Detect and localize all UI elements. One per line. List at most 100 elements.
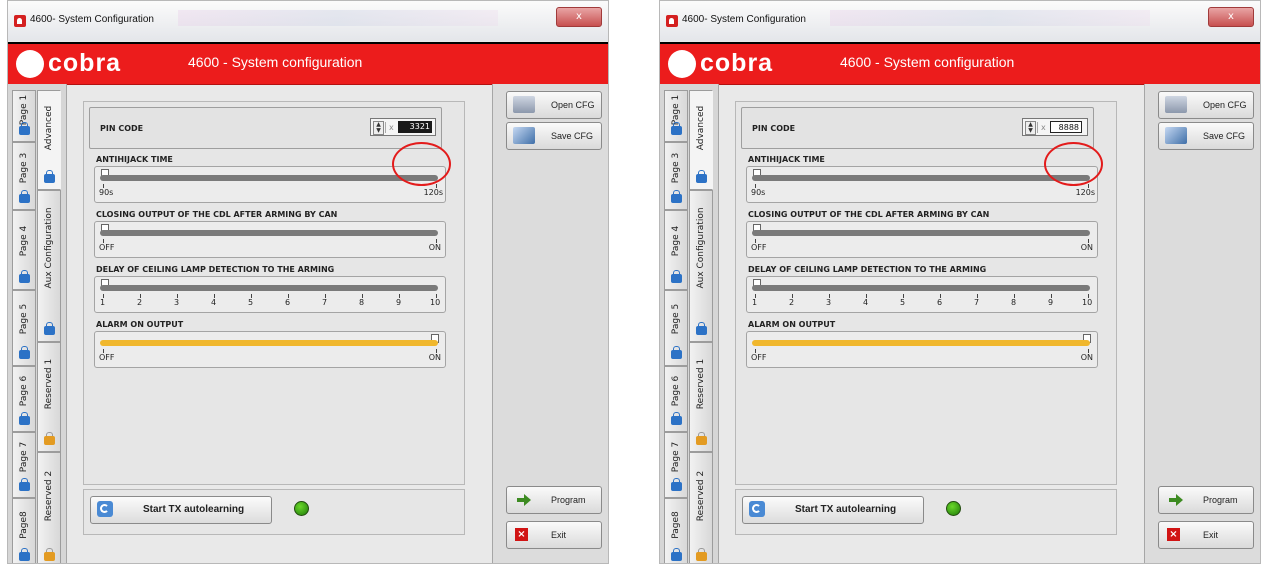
tab-advanced[interactable]: Advanced [689, 90, 713, 190]
alarm-on-output-slider[interactable]: OFF ON [94, 331, 446, 368]
closing-output-slider[interactable]: OFF ON [94, 221, 446, 258]
background-ribbon [830, 10, 1150, 26]
tab-page-6[interactable]: Page 6 [664, 366, 688, 432]
brand-header: cobra 4600 - System configuration [8, 42, 608, 85]
tab-icon [671, 412, 682, 425]
config-window-2: 4600- System Configuration x cobra 4600 … [659, 0, 1261, 564]
pin-code-field[interactable]: ▲ ▼ x 3321 [370, 118, 436, 136]
program-button[interactable]: Program [506, 486, 602, 514]
tick-label: 7 [322, 298, 328, 307]
exit-button[interactable]: × Exit [1158, 521, 1254, 549]
tab-icon [19, 270, 30, 283]
tab-page-7[interactable]: Page 7 [664, 432, 688, 498]
tab-page-4[interactable]: Page 4 [664, 210, 688, 290]
tab-reserved-2[interactable]: Reserved 2 [37, 452, 61, 563]
save-cfg-button[interactable]: Save CFG [506, 122, 602, 150]
tab-reserved-1[interactable]: Reserved 1 [37, 342, 61, 452]
tab-aux-configuration[interactable]: Aux Configuration [689, 190, 713, 342]
program-button[interactable]: Program [1158, 486, 1254, 514]
tab-page-5[interactable]: Page 5 [664, 290, 688, 366]
spinner-arrows-icon[interactable]: ▲ ▼ [1025, 121, 1036, 135]
slider-max-label: ON [1080, 243, 1093, 252]
ceiling-lamp-delay-slider[interactable]: 1 2 3 4 5 6 7 8 9 10 [94, 276, 446, 313]
spinner-arrows-icon[interactable]: ▲ ▼ [373, 121, 384, 135]
brand-header: cobra 4600 - System configuration [660, 42, 1260, 85]
window-title: 4600- System Configuration [30, 14, 154, 25]
pin-code-group: PIN CODE ▲ ▼ x 3321 [89, 107, 442, 149]
tab-page-1[interactable]: Page 1 [12, 90, 36, 142]
tick-label: 6 [285, 298, 291, 307]
exit-button[interactable]: × Exit [506, 521, 602, 549]
pin-code-field[interactable]: ▲ ▼ x 8888 [1022, 118, 1088, 136]
annotation-circle [1044, 142, 1103, 186]
slider-track[interactable] [752, 175, 1090, 181]
vertical-tab-strip: Page 1 Page 3 Page 4 Page 5 Page 6 Page … [8, 84, 67, 563]
tab-reserved-2[interactable]: Reserved 2 [689, 452, 713, 563]
pin-code-value[interactable]: 3321 [398, 121, 432, 133]
tick-label: 9 [1048, 298, 1054, 307]
ceiling-lamp-delay-slider[interactable]: 1 2 3 4 5 6 7 8 9 10 [746, 276, 1098, 313]
close-button[interactable]: x [556, 7, 602, 27]
slider-min-label: 90s [99, 188, 114, 197]
open-cfg-button[interactable]: Open CFG [1158, 91, 1254, 119]
tab-icon [19, 122, 30, 135]
tab-aux-configuration[interactable]: Aux Configuration [37, 190, 61, 342]
slider-track[interactable] [100, 230, 438, 236]
save-file-icon [1165, 127, 1187, 144]
slider-track[interactable] [100, 340, 438, 346]
tick-label: 4 [863, 298, 869, 307]
refresh-icon [97, 501, 113, 517]
open-cfg-button[interactable]: Open CFG [506, 91, 602, 119]
tab-page-5[interactable]: Page 5 [12, 290, 36, 366]
app-icon [14, 15, 26, 27]
start-tx-autolearning-button[interactable]: Start TX autolearning [90, 496, 272, 524]
save-cfg-button[interactable]: Save CFG [1158, 122, 1254, 150]
tab-advanced[interactable]: Advanced [37, 90, 61, 190]
tick-label: 4 [211, 298, 217, 307]
pin-code-value[interactable]: 8888 [1050, 121, 1082, 133]
slider-max-label: 120s [1075, 188, 1095, 197]
lock-icon [44, 548, 55, 561]
tab-page-3[interactable]: Page 3 [12, 142, 36, 210]
close-button[interactable]: x [1208, 7, 1254, 27]
slider-min-label: OFF [751, 243, 767, 252]
tab-page-4[interactable]: Page 4 [12, 210, 36, 290]
tab-page-8[interactable]: Page8 [664, 498, 688, 563]
tab-icon [19, 346, 30, 359]
tab-page-6[interactable]: Page 6 [12, 366, 36, 432]
slider-track[interactable] [752, 340, 1090, 346]
slider-track[interactable] [752, 230, 1090, 236]
slider-min-label: OFF [99, 353, 115, 362]
slider-track[interactable] [100, 285, 438, 291]
tab-reserved-1[interactable]: Reserved 1 [689, 342, 713, 452]
advanced-panel: PIN CODE ▲ ▼ x 3321 ANTIHIJACK TIME 90s 1… [83, 101, 465, 485]
tick-label: 8 [359, 298, 365, 307]
autolearning-bar: Start TX autolearning [735, 489, 1117, 535]
pin-code-group: PIN CODE ▲ ▼ x 8888 [741, 107, 1094, 149]
antihijack-time-label: ANTIHIJACK TIME [748, 155, 825, 164]
tick-label: 1 [100, 298, 106, 307]
tab-page-7[interactable]: Page 7 [12, 432, 36, 498]
logo-mark-icon [16, 50, 44, 78]
tick-label: 5 [248, 298, 254, 307]
ceiling-lamp-delay-label: DELAY OF CEILING LAMP DETECTION TO THE A… [748, 265, 987, 274]
status-led-icon [294, 501, 309, 516]
tab-page-8[interactable]: Page8 [12, 498, 36, 563]
title-bar: 4600- System Configuration x [8, 1, 608, 41]
action-panel: Open CFG Save CFG Program × Exit [1144, 84, 1260, 563]
tab-page-1[interactable]: Page 1 [664, 90, 688, 142]
closing-output-slider[interactable]: OFF ON [746, 221, 1098, 258]
slider-max-label: 120s [423, 188, 443, 197]
start-tx-autolearning-button[interactable]: Start TX autolearning [742, 496, 924, 524]
tab-icon [696, 322, 707, 335]
ceiling-lamp-delay-label: DELAY OF CEILING LAMP DETECTION TO THE A… [96, 265, 335, 274]
alarm-on-output-slider[interactable]: OFF ON [746, 331, 1098, 368]
tick-label: 9 [396, 298, 402, 307]
pin-x-glyph: x [1037, 122, 1049, 133]
tab-icon [671, 478, 682, 491]
action-panel: Open CFG Save CFG Program × Exit [492, 84, 608, 563]
tick-label: 8 [1011, 298, 1017, 307]
tab-page-3[interactable]: Page 3 [664, 142, 688, 210]
slider-track[interactable] [752, 285, 1090, 291]
slider-track[interactable] [100, 175, 438, 181]
